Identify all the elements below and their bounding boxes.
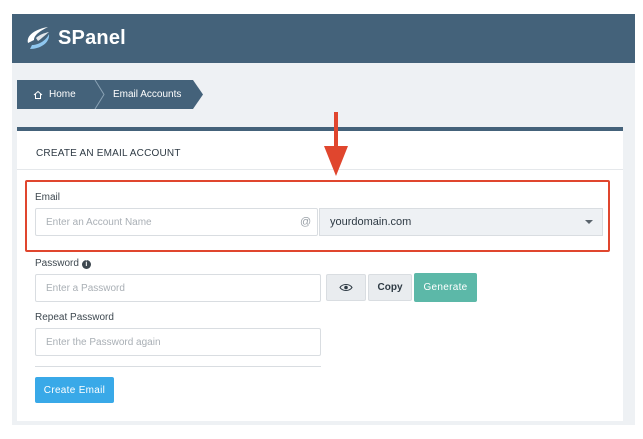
password-input[interactable] [35,274,321,302]
panel-divider [17,169,623,170]
breadcrumb-home-label: Home [49,89,76,100]
breadcrumb-email-label: Email Accounts [113,89,182,100]
repeat-password-input[interactable] [35,328,321,356]
breadcrumb: Home Email Accounts [17,80,203,109]
password-label: Password i [35,258,91,269]
annotation-arrow-icon [324,112,348,176]
copy-button[interactable]: Copy [368,274,412,301]
create-email-button[interactable]: Create Email [35,377,114,403]
info-icon[interactable]: i [81,260,91,269]
breadcrumb-home[interactable]: Home [33,80,76,109]
generate-button[interactable]: Generate [414,273,477,302]
breadcrumb-email-accounts[interactable]: Email Accounts [113,80,181,109]
top-header-bar: SPanel [12,14,635,63]
panel-title: CREATE AN EMAIL ACCOUNT [36,148,181,159]
form-divider [35,366,321,367]
spanel-logo-icon [27,27,50,49]
home-icon [33,90,43,99]
eye-icon [339,283,353,292]
email-highlight-box [25,180,610,252]
show-password-button[interactable] [326,274,366,301]
password-label-text: Password [35,258,79,269]
repeat-password-label: Repeat Password [35,312,114,323]
brand-name: SPanel [58,27,126,49]
